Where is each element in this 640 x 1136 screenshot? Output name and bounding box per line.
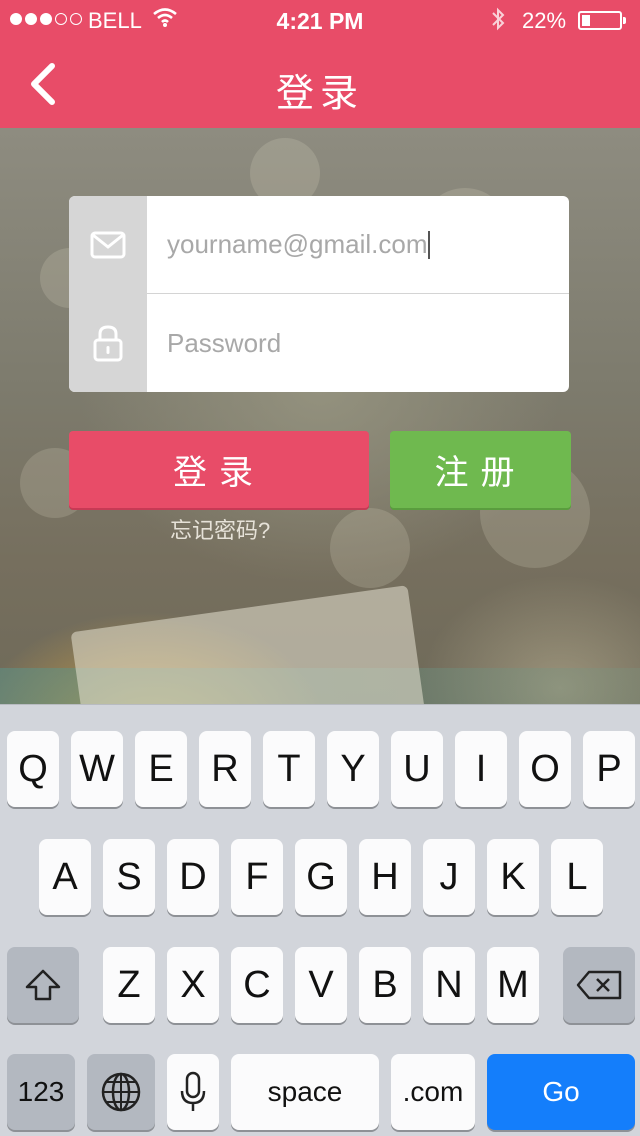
- space-key[interactable]: space: [231, 1054, 379, 1130]
- globe-icon: [101, 1072, 141, 1112]
- battery-icon: [578, 11, 626, 30]
- key-n[interactable]: N: [423, 947, 475, 1023]
- key-f[interactable]: F: [231, 839, 283, 915]
- bluetooth-icon: [490, 7, 506, 37]
- page-title: 登录: [275, 73, 364, 115]
- password-input[interactable]: Password: [167, 294, 557, 392]
- delete-key[interactable]: [563, 947, 635, 1023]
- password-field[interactable]: Password: [69, 294, 569, 392]
- nav-bar: 登录: [0, 40, 640, 128]
- key-x[interactable]: X: [167, 947, 219, 1023]
- email-input[interactable]: yourname@gmail.com: [167, 196, 557, 293]
- key-m[interactable]: M: [487, 947, 539, 1023]
- shift-icon: [25, 969, 61, 1001]
- login-button[interactable]: 登录: [69, 431, 369, 508]
- key-l[interactable]: L: [551, 839, 603, 915]
- keyboard: QWERTYUIOP ASDFGHJKL ZXCVBNM 123 space .…: [0, 704, 640, 1136]
- key-p[interactable]: P: [583, 731, 635, 807]
- status-bar: BELL 4:21 PM 22%: [0, 0, 640, 40]
- key-v[interactable]: V: [295, 947, 347, 1023]
- key-t[interactable]: T: [263, 731, 315, 807]
- key-b[interactable]: B: [359, 947, 411, 1023]
- envelope-icon: [69, 196, 147, 294]
- dictation-key[interactable]: [167, 1054, 219, 1130]
- email-placeholder: yourname@gmail.com: [167, 229, 428, 259]
- dotcom-key[interactable]: .com: [391, 1054, 475, 1130]
- key-o[interactable]: O: [519, 731, 571, 807]
- key-q[interactable]: Q: [7, 731, 59, 807]
- key-k[interactable]: K: [487, 839, 539, 915]
- key-j[interactable]: J: [423, 839, 475, 915]
- login-form: yourname@gmail.com Password: [69, 196, 569, 392]
- microphone-icon: [180, 1071, 206, 1111]
- globe-key[interactable]: [87, 1054, 155, 1130]
- text-cursor: [428, 230, 431, 259]
- battery-percent: 22%: [522, 8, 567, 33]
- backspace-icon: [576, 970, 622, 1000]
- email-field[interactable]: yourname@gmail.com: [69, 196, 569, 294]
- key-i[interactable]: I: [455, 731, 507, 807]
- key-z[interactable]: Z: [103, 947, 155, 1023]
- key-r[interactable]: R: [199, 731, 251, 807]
- key-e[interactable]: E: [135, 731, 187, 807]
- go-key[interactable]: Go: [487, 1054, 635, 1130]
- key-s[interactable]: S: [103, 839, 155, 915]
- shift-key[interactable]: [7, 947, 79, 1023]
- forgot-password-link[interactable]: 忘记密码?: [170, 513, 270, 545]
- key-w[interactable]: W: [71, 731, 123, 807]
- key-g[interactable]: G: [295, 839, 347, 915]
- password-placeholder: Password: [167, 327, 282, 358]
- key-u[interactable]: U: [391, 731, 443, 807]
- key-a[interactable]: A: [39, 839, 91, 915]
- key-y[interactable]: Y: [327, 731, 379, 807]
- lock-icon: [69, 294, 147, 392]
- key-d[interactable]: D: [167, 839, 219, 915]
- register-button[interactable]: 注册: [390, 431, 571, 508]
- key-h[interactable]: H: [359, 839, 411, 915]
- key-c[interactable]: C: [231, 947, 283, 1023]
- numbers-key[interactable]: 123: [7, 1054, 75, 1130]
